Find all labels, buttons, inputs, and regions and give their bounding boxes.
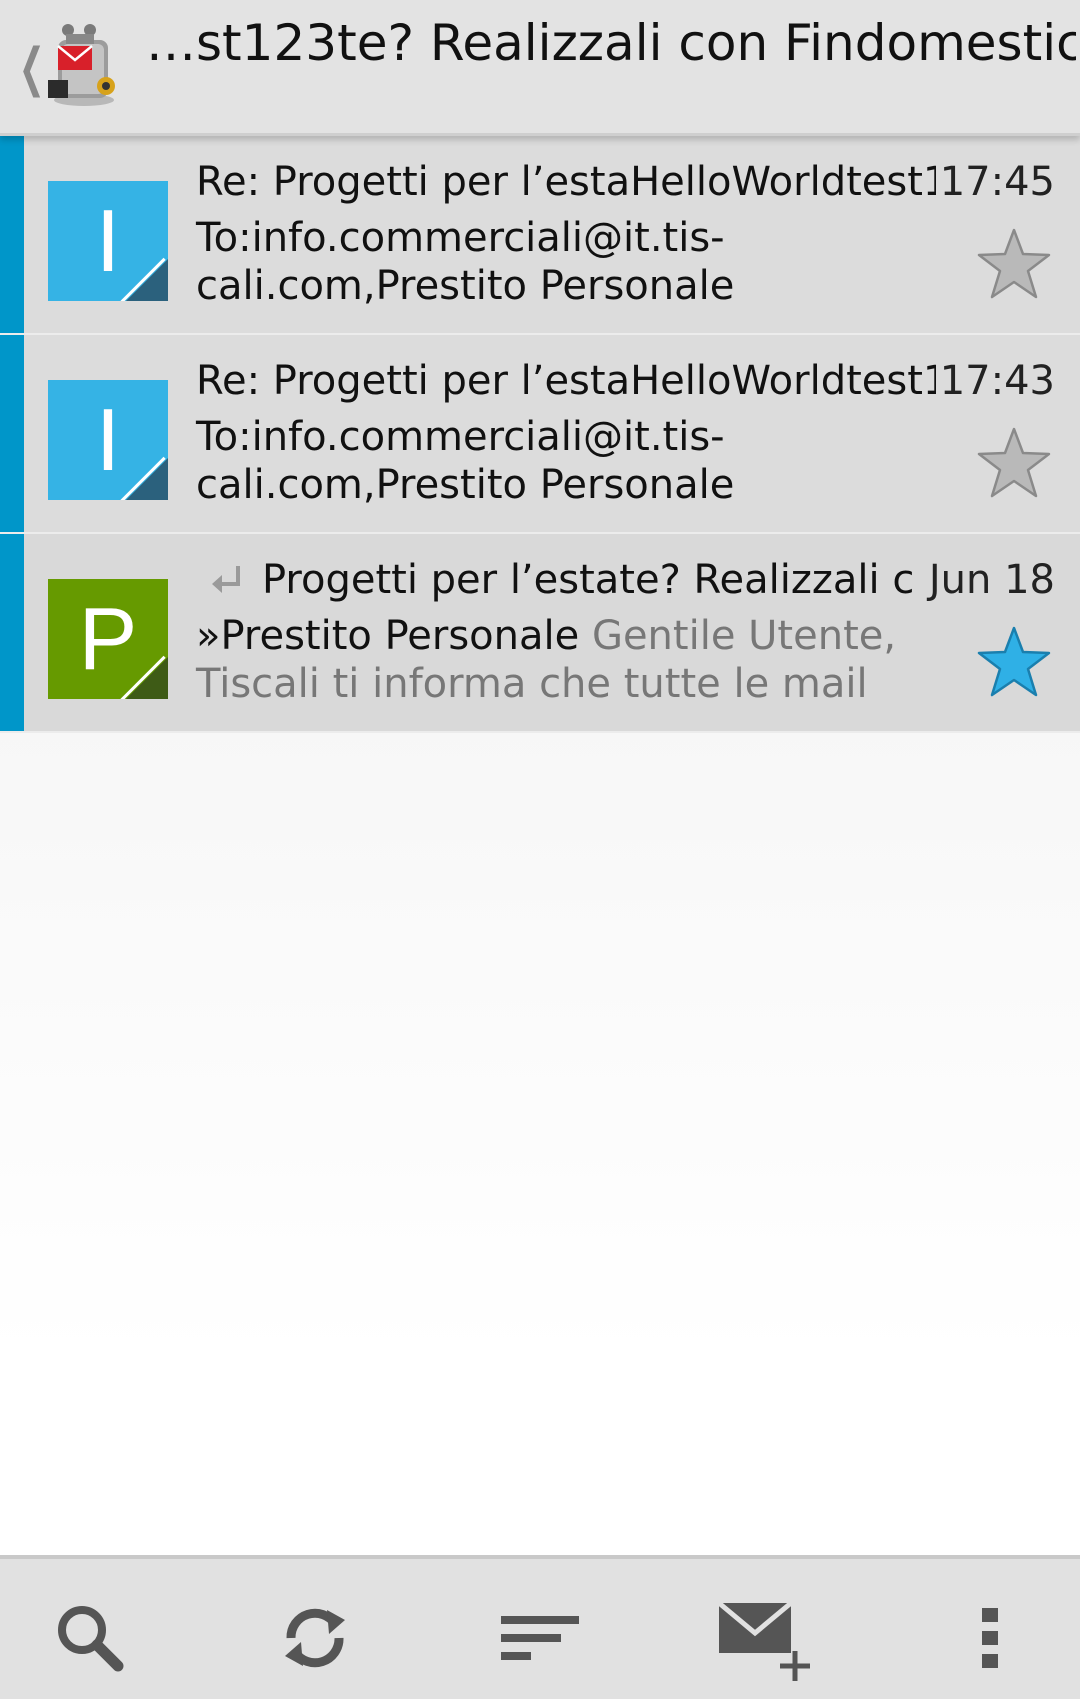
message-subject: Re: Progetti per l’estaHelloWorldtest12‥ — [196, 358, 936, 404]
star-icon[interactable] — [974, 423, 1054, 503]
overflow-menu-icon[interactable] — [945, 1593, 1035, 1683]
message-preview-main: »Prestito Personale — [196, 613, 580, 659]
avatar-corner — [126, 259, 168, 301]
bottom-toolbar — [0, 1555, 1080, 1699]
sender-avatar[interactable]: P — [48, 579, 168, 699]
avatar-corner — [126, 657, 168, 699]
avatar-letter: I — [95, 191, 121, 290]
unread-stripe — [0, 335, 24, 532]
message-subject: Progetti per l’estate? Realizzali co‥ — [262, 557, 912, 603]
message-subject: Re: Progetti per l’estaHelloWorldtest12‥ — [196, 159, 936, 205]
refresh-icon[interactable] — [270, 1593, 360, 1683]
unread-stripe — [0, 136, 24, 333]
unread-stripe — [0, 534, 24, 731]
message-preview-main: To:info.commerciali@it.tis-cali.com,Pres… — [196, 414, 735, 508]
sort-icon[interactable] — [495, 1593, 585, 1683]
message-preview: To:info.commerciali@it.tis-cali.com,Pres… — [196, 413, 916, 509]
replied-icon — [208, 562, 248, 602]
back-chevron-icon[interactable]: ❮ — [19, 38, 45, 98]
star-icon[interactable] — [974, 224, 1054, 304]
sender-avatar[interactable]: I — [48, 380, 168, 500]
message-row[interactable]: I Re: Progetti per l’estaHelloWorldtest1… — [0, 136, 1080, 335]
action-bar: ❮ …st123te? Realizzali con Findomestic. — [0, 0, 1080, 136]
app-logo-icon[interactable] — [44, 20, 124, 110]
message-time: Jun 18 — [928, 557, 1055, 603]
message-preview: To:info.commerciali@it.tis-cali.com,Pres… — [196, 214, 916, 310]
message-time: 17:43 — [939, 358, 1055, 404]
message-time: 17:45 — [939, 159, 1055, 205]
message-preview-main: To:info.commerciali@it.tis-cali.com,Pres… — [196, 215, 735, 309]
message-preview: »Prestito Personale Gentile Utente, Tisc… — [196, 612, 916, 708]
compose-icon[interactable] — [715, 1593, 815, 1683]
search-icon[interactable] — [45, 1593, 135, 1683]
page-title: …st123te? Realizzali con Findomestic. — [146, 14, 1076, 72]
message-row[interactable]: I Re: Progetti per l’estaHelloWorldtest1… — [0, 335, 1080, 534]
sender-avatar[interactable]: I — [48, 181, 168, 301]
message-row[interactable]: P Progetti per l’estate? Realizzali co‥ … — [0, 534, 1080, 733]
message-list: I Re: Progetti per l’estaHelloWorldtest1… — [0, 136, 1080, 733]
app-window: ❮ …st123te? Realizzali con Findomestic. — [0, 0, 1080, 1699]
star-icon[interactable] — [974, 622, 1054, 702]
avatar-corner — [126, 458, 168, 500]
avatar-letter: I — [95, 390, 121, 489]
